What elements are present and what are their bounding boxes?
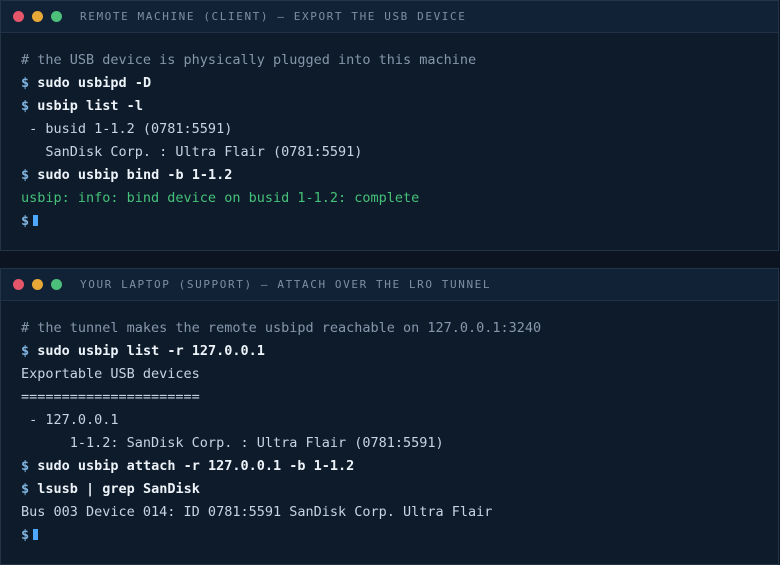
output-line: SanDisk Corp. : Ultra Flair (0781:5591) xyxy=(21,144,363,160)
close-window-icon[interactable] xyxy=(13,11,24,22)
prompt: $ xyxy=(21,527,30,543)
output-line: 1-1.2: SanDisk Corp. : Ultra Flair (0781… xyxy=(21,435,444,451)
terminal-output[interactable]: # the USB device is physically plugged i… xyxy=(1,33,778,233)
minimize-window-icon[interactable] xyxy=(32,279,43,290)
maximize-window-icon[interactable] xyxy=(51,11,62,22)
output-line: Bus 003 Device 014: ID 0781:5591 SanDisk… xyxy=(21,504,493,520)
prompt: $ xyxy=(21,98,30,114)
command-line: $ sudo usbipd -D xyxy=(21,72,758,95)
command-line: $ sudo usbip list -r 127.0.0.1 xyxy=(21,340,758,363)
command-text: lsusb | grep SanDisk xyxy=(37,481,200,497)
window-title: YOUR LAPTOP (SUPPORT) — ATTACH OVER THE … xyxy=(80,278,492,291)
active-prompt-line[interactable]: $ xyxy=(21,210,758,233)
prompt: $ xyxy=(21,458,30,474)
laptop-terminal-titlebar: YOUR LAPTOP (SUPPORT) — ATTACH OVER THE … xyxy=(1,269,778,301)
success-line: usbip: info: bind device on busid 1-1.2:… xyxy=(21,190,420,206)
window-title: REMOTE MACHINE (CLIENT) — EXPORT THE USB… xyxy=(80,10,467,23)
comment-line: # the tunnel makes the remote usbipd rea… xyxy=(21,320,542,336)
prompt: $ xyxy=(21,343,30,359)
command-text: sudo usbipd -D xyxy=(37,75,152,91)
text-cursor xyxy=(33,529,39,540)
command-text: sudo usbip list -r 127.0.0.1 xyxy=(37,343,265,359)
text-cursor xyxy=(33,215,39,226)
command-text: sudo usbip attach -r 127.0.0.1 -b 1-1.2 xyxy=(37,458,355,474)
remote-terminal-window: REMOTE MACHINE (CLIENT) — EXPORT THE USB… xyxy=(0,0,779,251)
command-text: sudo usbip bind -b 1-1.2 xyxy=(37,167,233,183)
prompt: $ xyxy=(21,75,30,91)
output-line: Exportable USB devices xyxy=(21,366,200,382)
command-line: $ sudo usbip attach -r 127.0.0.1 -b 1-1.… xyxy=(21,455,758,478)
output-line: ====================== xyxy=(21,389,200,405)
command-line: $ usbip list -l xyxy=(21,95,758,118)
active-prompt-line[interactable]: $ xyxy=(21,524,758,547)
comment-line: # the USB device is physically plugged i… xyxy=(21,52,477,68)
command-line: $ sudo usbip bind -b 1-1.2 xyxy=(21,164,758,187)
minimize-window-icon[interactable] xyxy=(32,11,43,22)
output-line: - 127.0.0.1 xyxy=(21,412,119,428)
laptop-terminal-window: YOUR LAPTOP (SUPPORT) — ATTACH OVER THE … xyxy=(0,268,779,565)
prompt: $ xyxy=(21,167,30,183)
terminal-output[interactable]: # the tunnel makes the remote usbipd rea… xyxy=(1,301,778,547)
output-line: - busid 1-1.2 (0781:5591) xyxy=(21,121,233,137)
command-line: $ lsusb | grep SanDisk xyxy=(21,478,758,501)
prompt: $ xyxy=(21,481,30,497)
remote-terminal-titlebar: REMOTE MACHINE (CLIENT) — EXPORT THE USB… xyxy=(1,1,778,33)
close-window-icon[interactable] xyxy=(13,279,24,290)
command-text: usbip list -l xyxy=(37,98,143,114)
maximize-window-icon[interactable] xyxy=(51,279,62,290)
prompt: $ xyxy=(21,213,30,229)
